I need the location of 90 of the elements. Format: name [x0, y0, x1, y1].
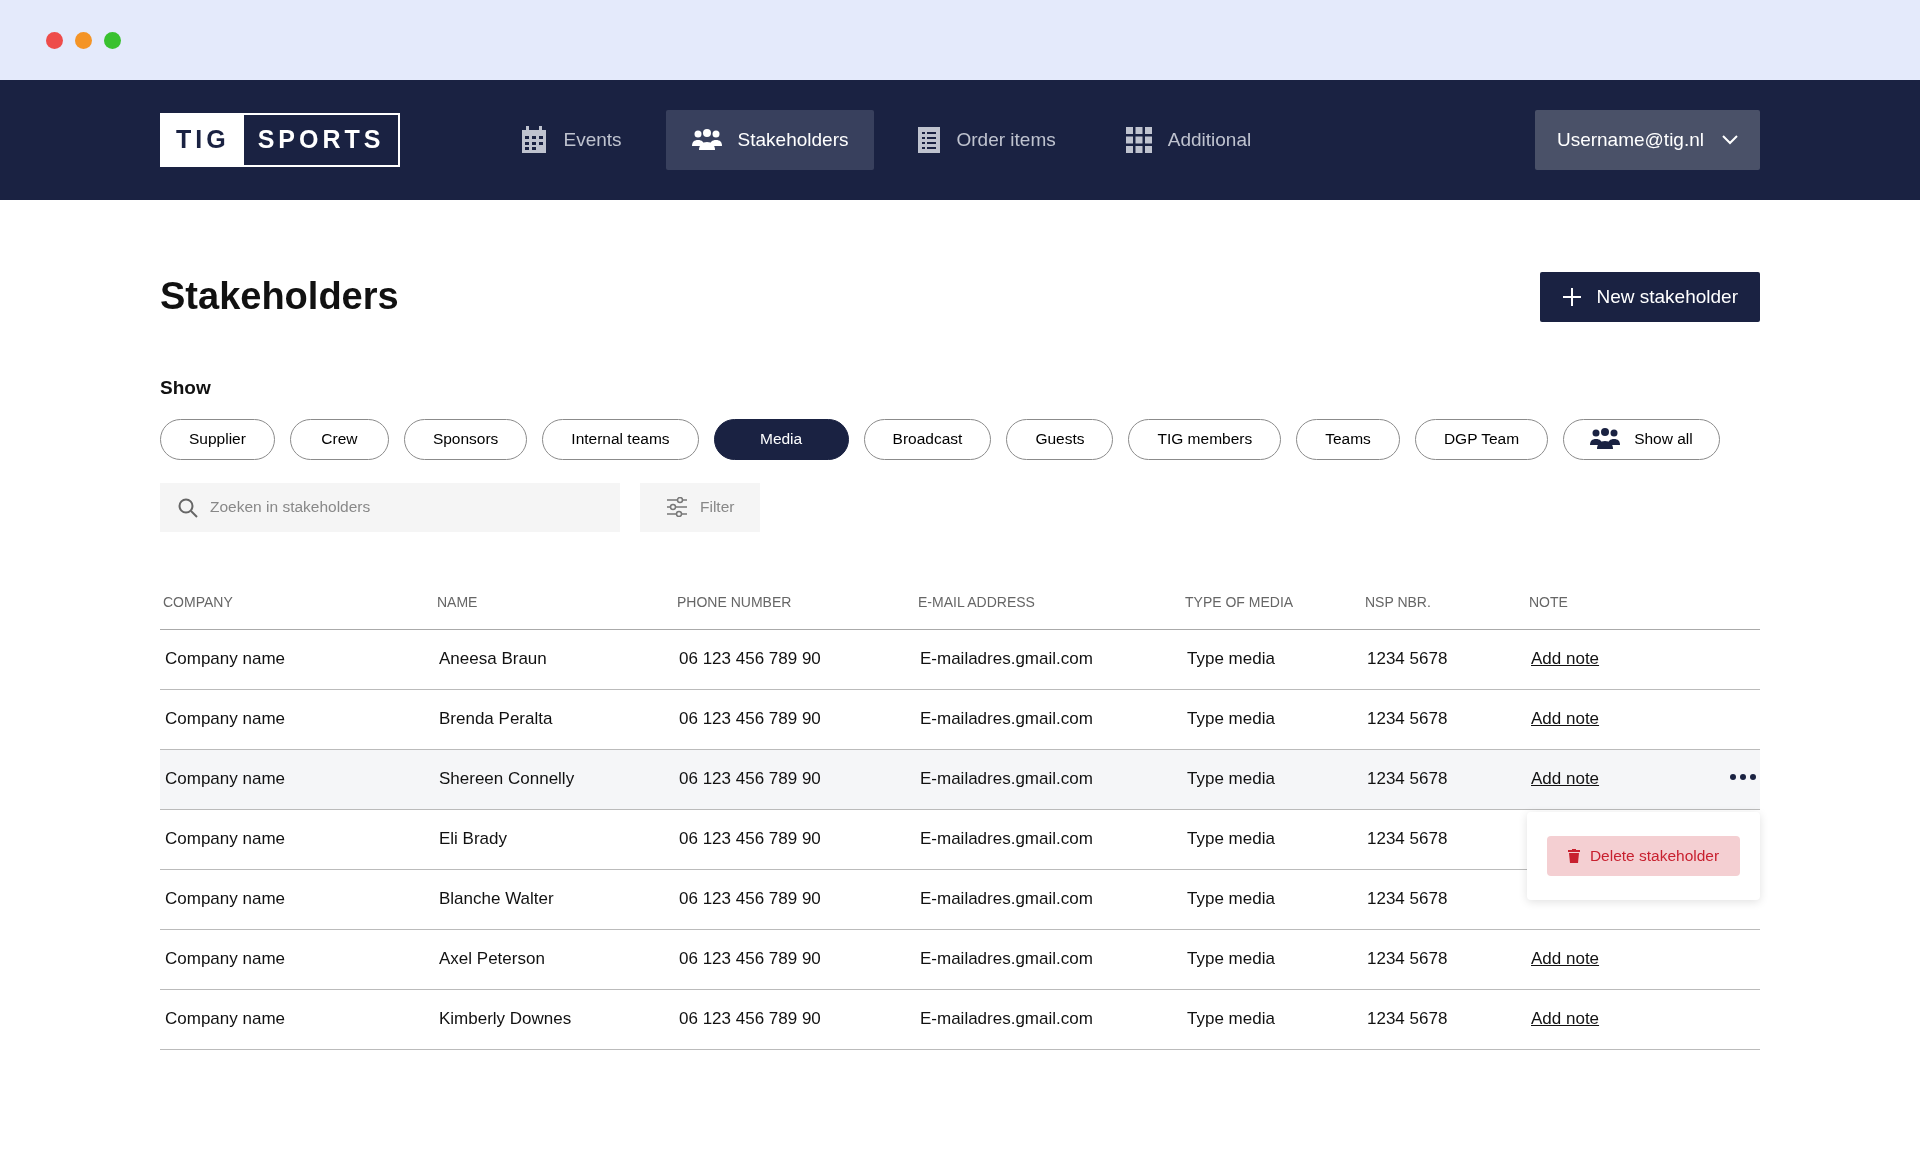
column-header: PHONE NUMBER	[674, 591, 915, 629]
filter-chip[interactable]: DGP Team	[1414, 418, 1549, 460]
table-cell: Company name	[165, 829, 285, 849]
table-cell: 06 123 456 789 90	[679, 949, 821, 969]
filter-chip[interactable]: Crew	[289, 418, 389, 460]
table-cell: Company name	[165, 709, 285, 729]
column-header: COMPANY	[160, 591, 434, 629]
filter-chip[interactable]: Media	[713, 418, 849, 460]
filter-chip[interactable]: Teams	[1296, 418, 1400, 460]
table-cell: Brenda Peralta	[439, 709, 553, 729]
trash-icon	[1567, 848, 1580, 863]
table-cell: Kimberly Downes	[439, 1009, 572, 1029]
grid-icon	[1125, 127, 1152, 153]
nav-tab[interactable]: Events	[495, 110, 648, 170]
column-header: NOTE	[1526, 591, 1760, 629]
nav-tab[interactable]: Additional	[1099, 110, 1278, 170]
table-cell: Type media	[1187, 889, 1275, 909]
people-icon	[1590, 428, 1621, 450]
table-cell: Type media	[1187, 649, 1275, 669]
table-cell: 1234 5678	[1367, 769, 1448, 789]
chevron-down-icon	[1722, 135, 1738, 145]
filter-chip[interactable]: Broadcast	[863, 418, 992, 460]
menu-item[interactable]: Delete stakeholder	[1547, 835, 1740, 876]
table-cell: 06 123 456 789 90	[679, 769, 821, 789]
nav-tab[interactable]: Order items	[892, 110, 1082, 170]
add-note-link[interactable]: Add note	[1531, 649, 1600, 669]
table-cell: 06 123 456 789 90	[679, 829, 821, 849]
window-maximize-button[interactable]	[104, 31, 121, 49]
table-cell: Company name	[165, 889, 285, 909]
add-note-link[interactable]: Add note	[1531, 709, 1600, 729]
table-cell: E-mailadres.gmail.com	[920, 769, 1093, 789]
filter-chip[interactable]: TIG members	[1128, 418, 1282, 460]
table-cell: Type media	[1187, 829, 1275, 849]
add-note-link[interactable]: Add note	[1531, 1009, 1600, 1029]
table-cell: Type media	[1187, 949, 1275, 969]
table-cell: 06 123 456 789 90	[679, 1009, 821, 1029]
table-cell: Shereen Connelly	[439, 769, 575, 789]
column-header: NSP NBR.	[1362, 591, 1526, 629]
people-icon	[691, 129, 722, 151]
table-cell: Aneesa Braun	[439, 649, 547, 669]
table-cell: 1234 5678	[1367, 1009, 1448, 1029]
more-icon[interactable]	[1730, 773, 1756, 780]
search-icon	[178, 497, 198, 518]
table-cell: Type media	[1187, 709, 1275, 729]
column-header: TYPE OF MEDIA	[1182, 591, 1362, 629]
calendar-icon	[521, 126, 548, 154]
table-cell: 1234 5678	[1367, 829, 1448, 849]
table-cell: 06 123 456 789 90	[679, 709, 821, 729]
page-title: Stakeholders	[160, 274, 399, 320]
table-cell: Type media	[1187, 769, 1275, 789]
table-cell: 1234 5678	[1367, 949, 1448, 969]
table-cell: E-mailadres.gmail.com	[920, 709, 1093, 729]
table-cell: E-mailadres.gmail.com	[920, 949, 1093, 969]
table-cell: 1234 5678	[1367, 649, 1448, 669]
filter-chip[interactable]: Internal teams	[542, 418, 699, 460]
new-stakeholder-button[interactable]: New stakeholder	[1540, 272, 1760, 322]
column-header: NAME	[434, 591, 674, 629]
plus-icon	[1562, 287, 1583, 307]
table-cell: 1234 5678	[1367, 709, 1448, 729]
filter-label: Show	[160, 376, 212, 400]
table-cell: E-mailadres.gmail.com	[920, 649, 1093, 669]
table-cell: 06 123 456 789 90	[679, 649, 821, 669]
table-cell: Company name	[165, 769, 285, 789]
search-field[interactable]: Zoeken in stakeholders	[160, 482, 620, 532]
table-cell: 1234 5678	[1367, 889, 1448, 909]
add-note-link[interactable]: Add note	[1531, 949, 1600, 969]
filter-chip[interactable]: Show all	[1563, 418, 1720, 460]
table-cell: E-mailadres.gmail.com	[920, 829, 1093, 849]
table-cell: Company name	[165, 1009, 285, 1029]
table-cell: E-mailadres.gmail.com	[920, 1009, 1093, 1029]
filter-chip[interactable]: Guests	[1006, 418, 1114, 460]
sliders-icon	[666, 497, 688, 517]
table-cell: Company name	[165, 949, 285, 969]
table-cell: Blanche Walter	[439, 889, 554, 909]
window-close-button[interactable]	[46, 31, 63, 49]
filter-chip[interactable]: Sponsors	[403, 418, 528, 460]
logo: TIG SPORTS	[160, 113, 401, 167]
user-menu-button[interactable]: Username@tig.nl	[1534, 110, 1760, 170]
table-cell: E-mailadres.gmail.com	[920, 889, 1093, 909]
list-icon	[918, 127, 941, 153]
table-cell: Type media	[1187, 1009, 1275, 1029]
filter-chip[interactable]: Supplier	[160, 418, 275, 460]
table-cell: 06 123 456 789 90	[679, 889, 821, 909]
table-cell: Eli Brady	[439, 829, 508, 849]
column-header: E-MAIL ADDRESS	[915, 591, 1182, 629]
table-cell: Axel Peterson	[439, 949, 545, 969]
add-note-link[interactable]: Add note	[1531, 769, 1600, 789]
window-minimize-button[interactable]	[75, 31, 92, 49]
table-cell: Company name	[165, 649, 285, 669]
nav-tab[interactable]: Stakeholders	[665, 110, 875, 170]
